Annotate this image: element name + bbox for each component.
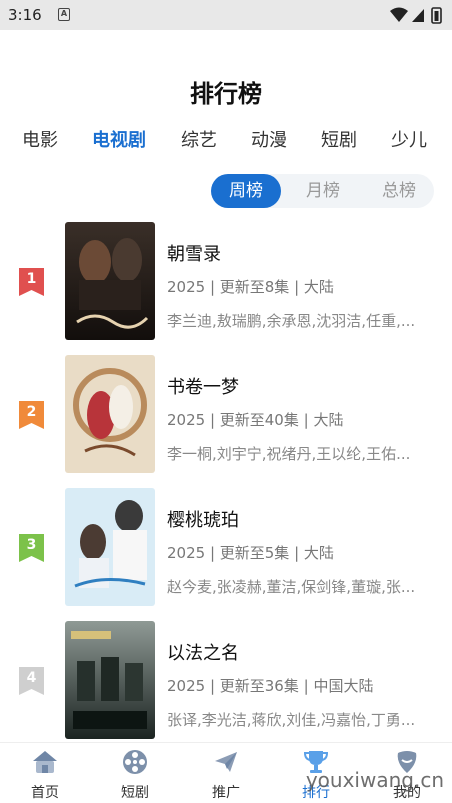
status-time: 3:16 [8, 6, 42, 24]
ranking-item[interactable]: 3 樱桃琥珀 2025 | 更新至5集 | 大陆 赵今麦,张凌赫,董洁,保剑锋,… [0, 488, 452, 606]
nav-label: 推广 [212, 785, 240, 801]
item-title: 书卷一梦 [167, 377, 239, 398]
tab-short-drama[interactable]: 短剧 [321, 126, 357, 152]
tab-movie[interactable]: 电影 [22, 126, 58, 152]
item-cast: 张译,李光洁,蒋欣,刘佳,冯嘉怡,丁勇... [167, 711, 416, 729]
film-reel-icon [123, 750, 147, 774]
nav-label: 首页 [31, 785, 59, 801]
watermark: youxiwang.cn [305, 768, 444, 792]
poster-image[interactable] [65, 355, 155, 473]
ranking-page: 排行榜 电影 电视剧 综艺 动漫 短剧 少儿 周榜 月榜 总榜 1 朝雪录 20… [0, 30, 452, 803]
poster-image[interactable] [65, 222, 155, 340]
page-title: 排行榜 [190, 80, 262, 108]
period-weekly[interactable]: 周榜 [211, 174, 281, 208]
paper-plane-icon [215, 752, 237, 772]
period-toggle: 周榜 月榜 总榜 [211, 174, 434, 208]
rank-badge: 1 [19, 268, 44, 296]
nav-label: 短剧 [121, 785, 149, 801]
period-monthly[interactable]: 月榜 [288, 174, 358, 208]
tab-kids[interactable]: 少儿 [391, 126, 427, 152]
ranking-item[interactable]: 4 以法之名 2025 | 更新至36集 | 中国大陆 张译,李光洁,蒋欣,刘佳… [0, 621, 452, 739]
nav-promote[interactable]: 推广 [181, 743, 271, 803]
nav-home[interactable]: 首页 [0, 743, 90, 803]
poster-image[interactable] [65, 621, 155, 739]
system-status-icons [390, 7, 442, 24]
rank-badge: 4 [19, 667, 44, 695]
item-cast: 李兰迪,敖瑞鹏,余承恩,沈羽洁,任重,... [167, 312, 416, 330]
home-icon [33, 751, 57, 773]
poster-image[interactable] [65, 488, 155, 606]
ranking-item[interactable]: 2 书卷一梦 2025 | 更新至40集 | 大陆 李一桐,刘宇宁,祝绪丹,王以… [0, 355, 452, 473]
nav-short-drama[interactable]: 短剧 [90, 743, 180, 803]
item-meta: 2025 | 更新至36集 | 中国大陆 [167, 677, 374, 695]
item-title: 以法之名 [167, 643, 239, 664]
item-meta: 2025 | 更新至5集 | 大陆 [167, 544, 334, 562]
rank-badge: 3 [19, 534, 44, 562]
item-cast: 李一桐,刘宇宁,祝绪丹,王以纶,王佑... [167, 445, 411, 463]
item-meta: 2025 | 更新至8集 | 大陆 [167, 278, 334, 296]
period-all-time[interactable]: 总榜 [364, 174, 434, 208]
tab-variety[interactable]: 综艺 [181, 126, 217, 152]
tab-tv-series[interactable]: 电视剧 [92, 126, 146, 152]
item-title: 朝雪录 [167, 244, 221, 265]
ranking-item[interactable]: 1 朝雪录 2025 | 更新至8集 | 大陆 李兰迪,敖瑞鹏,余承恩,沈羽洁,… [0, 222, 452, 340]
item-title: 樱桃琥珀 [167, 510, 239, 531]
rank-badge: 2 [19, 401, 44, 429]
status-bar: 3:16 A [0, 0, 452, 30]
item-cast: 赵今麦,张凌赫,董洁,保剑锋,董璇,张... [167, 578, 416, 596]
item-meta: 2025 | 更新至40集 | 大陆 [167, 411, 344, 429]
category-tabs: 电影 电视剧 综艺 动漫 短剧 少儿 [0, 126, 452, 156]
tab-anime[interactable]: 动漫 [251, 126, 287, 152]
notification-icon: A [58, 8, 70, 21]
